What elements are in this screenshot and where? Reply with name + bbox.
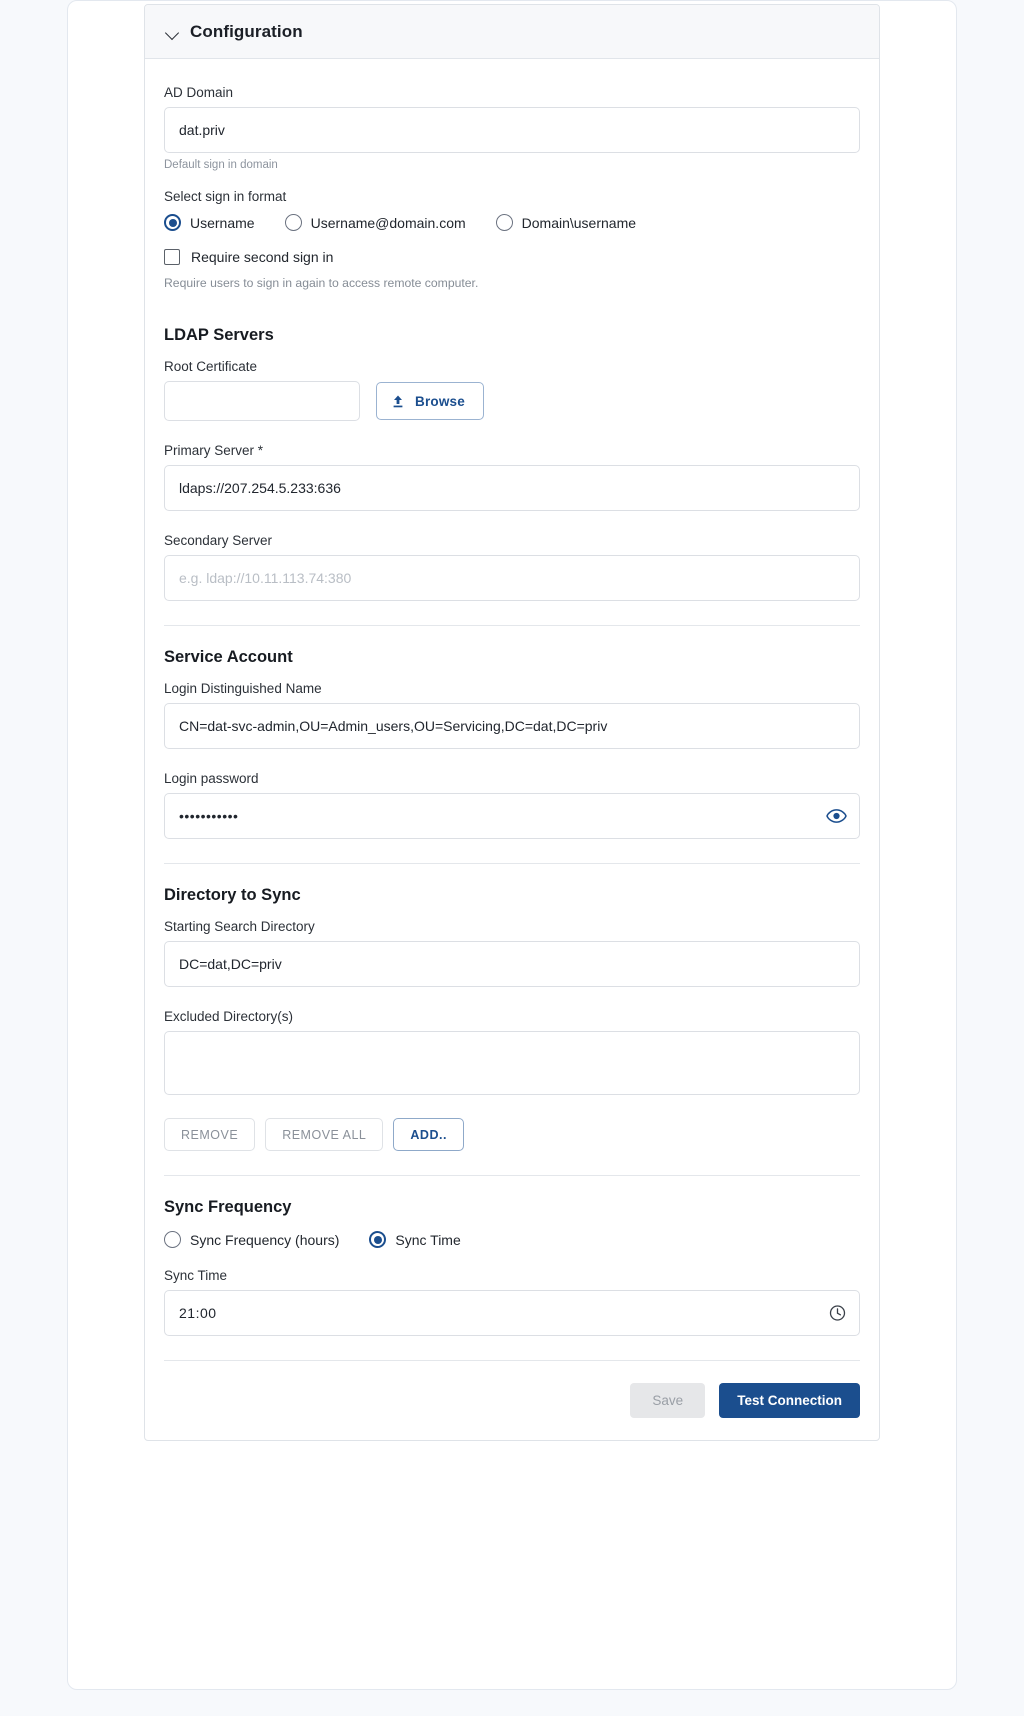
page-background: Configuration AD Domain Default sign in … xyxy=(0,0,1024,1716)
secondary-server-input[interactable] xyxy=(164,555,860,601)
radio-username-label: Username xyxy=(190,214,255,231)
settings-shell: Configuration AD Domain Default sign in … xyxy=(67,0,957,1690)
require-second-sign-in-hint: Require users to sign in again to access… xyxy=(164,276,479,290)
primary-server-field: Primary Server * xyxy=(164,443,860,511)
add-button[interactable]: ADD.. xyxy=(393,1118,464,1151)
root-certificate-label: Root Certificate xyxy=(164,359,258,374)
ad-domain-label: AD Domain xyxy=(164,85,234,100)
toggle-password-visibility-button[interactable] xyxy=(826,809,847,824)
starting-search-directory-label: Starting Search Directory xyxy=(164,919,315,934)
sync-frequency-section: Sync Frequency Sync Frequency (hours) Sy… xyxy=(164,1198,860,1336)
radio-username-domain-icon[interactable] xyxy=(284,214,302,231)
ad-domain-field: AD Domain Default sign in domain xyxy=(164,85,860,171)
page-title: Configuration xyxy=(190,22,303,41)
excluded-directories-field: Excluded Directory(s) xyxy=(164,1009,860,1100)
radio-domain-username-label: Domain\username xyxy=(521,214,637,231)
service-account-title: Service Account xyxy=(164,648,293,666)
sync-frequency-title: Sync Frequency xyxy=(164,1198,292,1216)
clock-icon xyxy=(829,1305,846,1325)
ad-domain-input[interactable] xyxy=(164,107,860,153)
radio-sync-frequency-hours-label: Sync Frequency (hours) xyxy=(190,1231,340,1248)
radio-option-domain-username[interactable]: Domain\username xyxy=(495,214,637,231)
directory-to-sync-title: Directory to Sync xyxy=(164,886,301,904)
radio-username-icon[interactable] xyxy=(164,214,181,231)
primary-server-label: Primary Server * xyxy=(164,443,264,458)
login-password-label: Login password xyxy=(164,771,259,786)
open-time-picker-button[interactable] xyxy=(829,1305,846,1322)
test-connection-button[interactable]: Test Connection xyxy=(719,1383,860,1418)
starting-search-directory-input[interactable] xyxy=(164,941,860,987)
login-dn-field: Login Distinguished Name xyxy=(164,681,860,749)
sign-in-format-label: Select sign in format xyxy=(164,189,287,204)
radio-sync-time-icon[interactable] xyxy=(369,1231,387,1248)
radio-option-username-domain[interactable]: Username@domain.com xyxy=(284,214,466,231)
service-account-section: Service Account Login Distinguished Name… xyxy=(164,648,860,839)
require-second-sign-in-label: Require second sign in xyxy=(191,249,334,265)
ad-domain-hint: Default sign in domain xyxy=(164,159,278,171)
configuration-card-body: AD Domain Default sign in domain Select … xyxy=(145,59,879,1440)
primary-server-input[interactable] xyxy=(164,465,860,511)
divider-footer xyxy=(164,1360,860,1361)
ldap-servers-title: LDAP Servers xyxy=(164,326,274,344)
root-certificate-row: Browse xyxy=(164,381,860,421)
require-second-sign-in-row[interactable]: Require second sign in xyxy=(164,249,860,265)
radio-domain-username-icon[interactable] xyxy=(495,214,513,231)
ldap-servers-section: LDAP Servers Root Certificate Browse Pri… xyxy=(164,326,860,601)
browse-button-label: Browse xyxy=(415,393,465,409)
login-dn-label: Login Distinguished Name xyxy=(164,681,322,696)
require-second-sign-in-checkbox[interactable] xyxy=(164,249,180,265)
sync-time-label: Sync Time xyxy=(164,1268,228,1283)
sync-time-field: Sync Time xyxy=(164,1268,860,1336)
divider-directory-sync xyxy=(164,863,860,864)
remove-all-button[interactable]: REMOVE ALL xyxy=(265,1118,384,1151)
sign-in-format-group: Select sign in format Username Username@… xyxy=(164,189,860,231)
chevron-down-icon[interactable] xyxy=(165,25,180,40)
sync-time-input[interactable] xyxy=(164,1290,860,1336)
login-password-input[interactable] xyxy=(164,793,860,839)
excluded-directories-label: Excluded Directory(s) xyxy=(164,1009,294,1024)
excluded-directories-actions: REMOVE REMOVE ALL ADD.. xyxy=(164,1118,860,1151)
secondary-server-label: Secondary Server xyxy=(164,533,273,548)
divider-sync-frequency xyxy=(164,1175,860,1176)
root-certificate-input[interactable] xyxy=(164,381,360,421)
form-footer-actions: Save Test Connection xyxy=(164,1383,860,1418)
radio-option-sync-frequency-hours[interactable]: Sync Frequency (hours) xyxy=(164,1231,339,1248)
sign-in-format-options: Username Username@domain.com Domain\user… xyxy=(164,214,860,231)
directory-to-sync-section: Directory to Sync Starting Search Direct… xyxy=(164,886,860,1151)
secondary-server-field: Secondary Server xyxy=(164,533,860,601)
eye-icon xyxy=(826,809,847,827)
configuration-card-header[interactable]: Configuration xyxy=(145,5,879,59)
radio-username-domain-label: Username@domain.com xyxy=(310,214,466,231)
root-certificate-field: Root Certificate Browse xyxy=(164,359,860,421)
radio-option-username[interactable]: Username xyxy=(164,214,255,231)
upload-icon xyxy=(391,394,405,409)
sync-frequency-options: Sync Frequency (hours) Sync Time xyxy=(164,1231,860,1248)
save-button[interactable]: Save xyxy=(630,1383,706,1418)
excluded-directories-textarea[interactable] xyxy=(164,1031,860,1095)
login-password-wrapper xyxy=(164,793,860,839)
login-dn-input[interactable] xyxy=(164,703,860,749)
configuration-card: Configuration AD Domain Default sign in … xyxy=(144,4,880,1441)
remove-button[interactable]: REMOVE xyxy=(164,1118,256,1151)
login-password-field: Login password xyxy=(164,771,860,839)
radio-sync-frequency-hours-icon[interactable] xyxy=(164,1231,181,1248)
radio-sync-time-label: Sync Time xyxy=(395,1231,461,1248)
browse-button[interactable]: Browse xyxy=(376,382,484,420)
sync-time-wrapper xyxy=(164,1290,860,1336)
divider-service-account xyxy=(164,625,860,626)
radio-option-sync-time[interactable]: Sync Time xyxy=(369,1231,461,1248)
starting-search-directory-field: Starting Search Directory xyxy=(164,919,860,987)
